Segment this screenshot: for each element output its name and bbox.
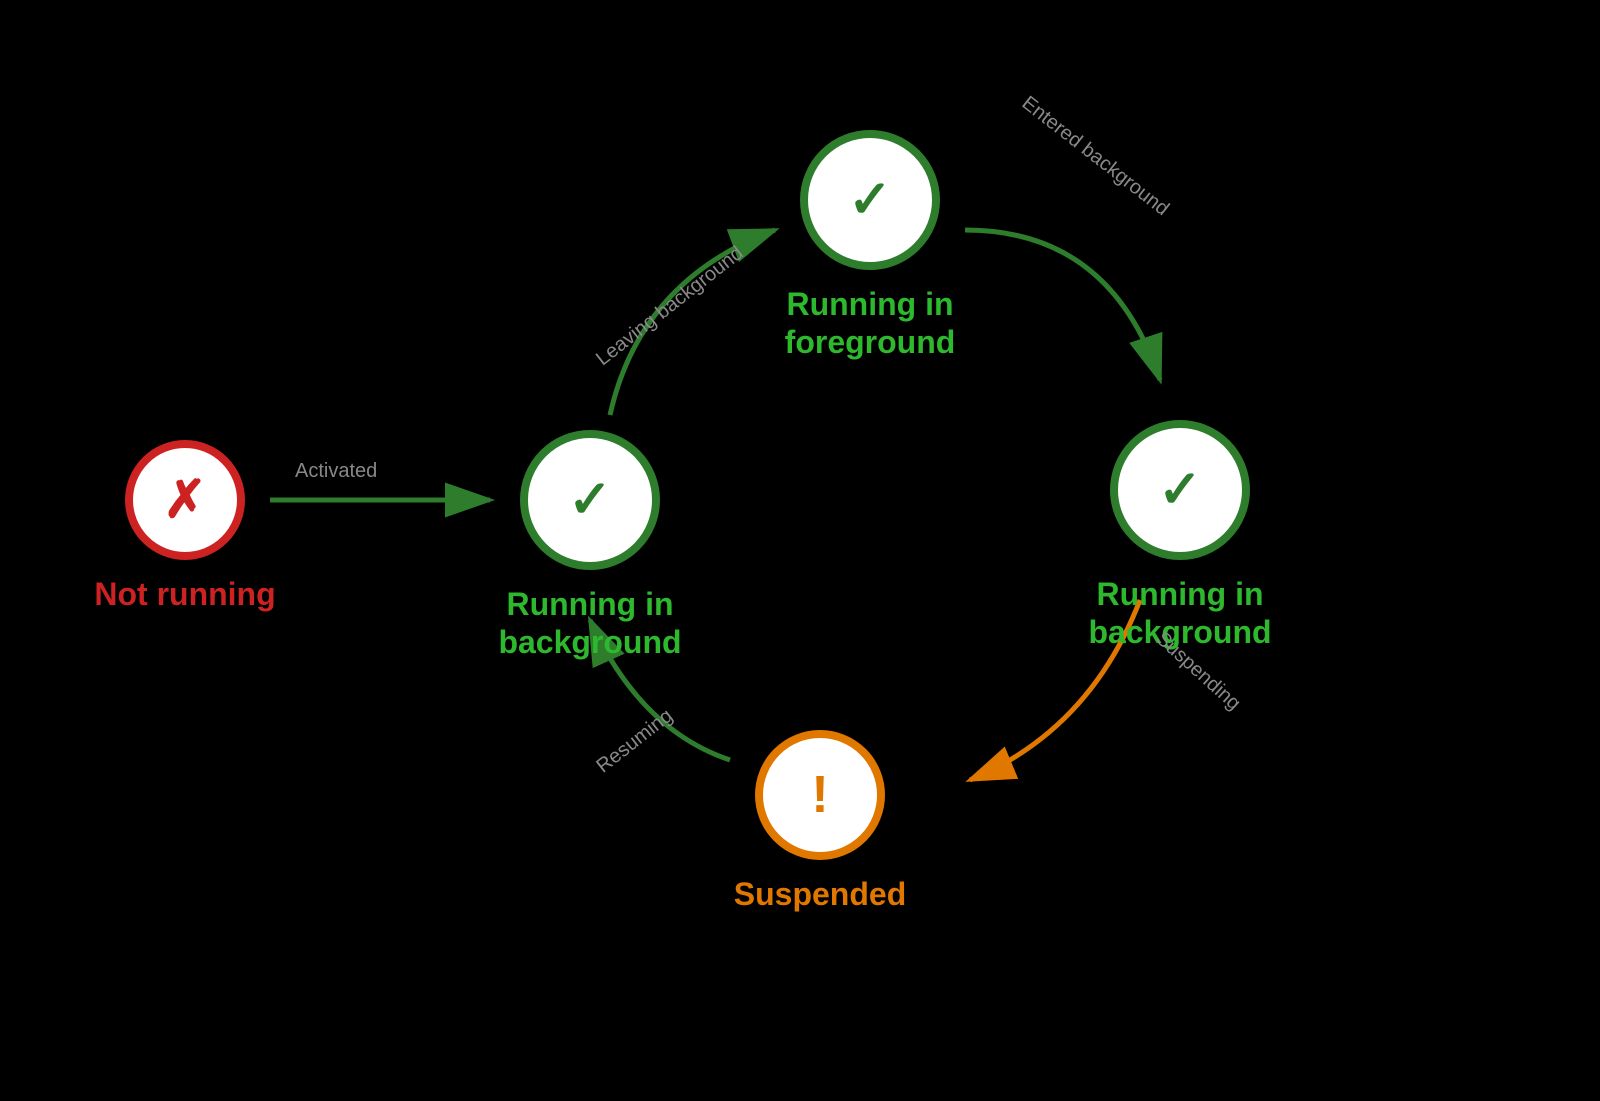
suspended-state: ! [755,730,885,860]
check-icon-bg-right: ✓ [1158,464,1202,516]
check-icon-fg: ✓ [848,174,892,226]
running-background-left-label: Running in background [460,585,720,662]
diagram-container: ✗ Not running Activated ✓ Running in bac… [0,0,1600,1101]
entered-background-label: Entered background [1017,92,1173,221]
not-running-state: ✗ [125,440,245,560]
activated-label: Activated [295,460,377,483]
not-running-label: Not running [60,575,310,613]
leaving-background-label: Leaving background [592,242,748,371]
running-background-right-state: ✓ [1110,420,1250,560]
running-foreground-label: Running in foreground [730,285,1010,362]
running-background-left-state: ✓ [520,430,660,570]
running-foreground-state: ✓ [800,130,940,270]
excl-icon: ! [811,769,828,821]
x-icon: ✗ [163,474,207,526]
arrows-svg [0,0,1600,1101]
check-icon-bg-left: ✓ [568,474,612,526]
suspended-label: Suspended [700,875,940,913]
resuming-label: Resuming [592,705,677,779]
